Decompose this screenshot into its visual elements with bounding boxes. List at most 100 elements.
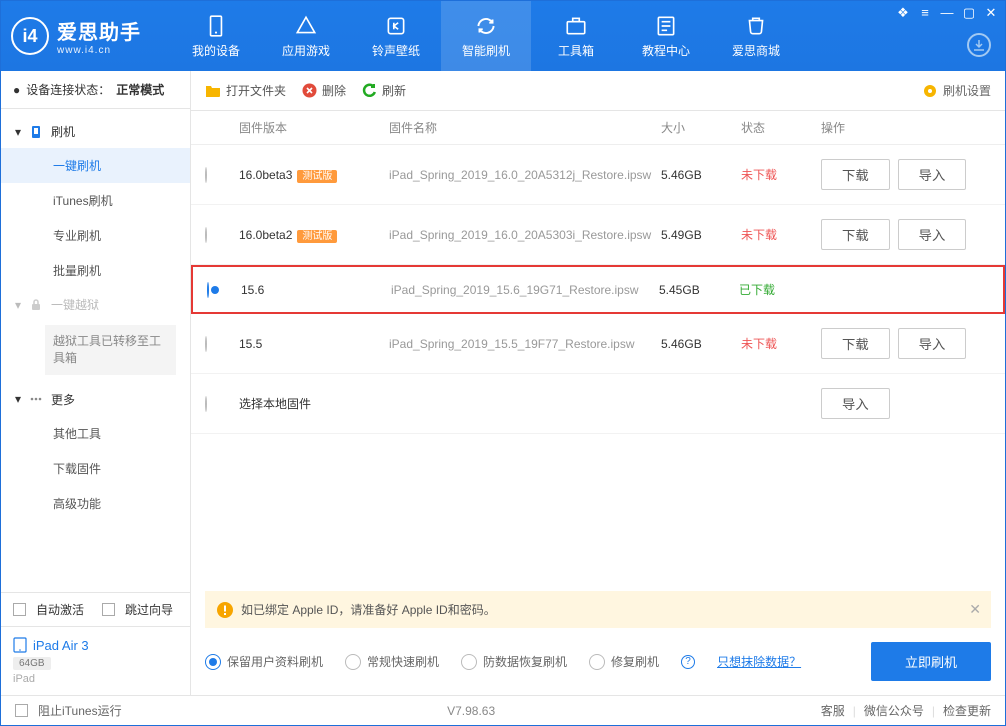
delete-button[interactable]: 删除 (302, 82, 346, 99)
sidebar-item-more-1[interactable]: 下载固件 (1, 451, 190, 486)
conn-value: 正常模式 (116, 81, 164, 98)
fw-ops: 下载导入 (821, 159, 991, 190)
table-row-local[interactable]: 选择本地固件 导入 (191, 374, 1005, 434)
refresh-button[interactable]: 刷新 (362, 82, 406, 99)
flash-opt-radio[interactable] (461, 654, 477, 670)
fw-size: 5.49GB (661, 228, 741, 242)
main: 打开文件夹 删除 刷新 刷机设置 固件版本 固件名称 大小 状态 操作 16.0… (191, 71, 1005, 695)
import-button[interactable]: 导入 (821, 388, 890, 419)
wc-min-icon[interactable]: — (939, 5, 955, 21)
sidebar-device[interactable]: iPad Air 3 64GB iPad (1, 626, 190, 695)
logo[interactable]: i4 爱思助手 www.i4.cn (11, 16, 141, 56)
flash-opt-1[interactable]: 常规快速刷机 (345, 653, 439, 670)
nav-tab-0[interactable]: 我的设备 (171, 1, 261, 71)
footer-link-2[interactable]: 检查更新 (943, 702, 991, 719)
beta-tag: 测试版 (297, 230, 337, 243)
import-button[interactable]: 导入 (898, 159, 967, 190)
nav-tab-3[interactable]: 智能刷机 (441, 1, 531, 71)
footer-link-1[interactable]: 微信公众号 (864, 702, 924, 719)
sidebar-group-more[interactable]: ▾ 更多 (1, 383, 190, 416)
tablet-icon (13, 637, 27, 653)
wc-max-icon[interactable]: ▢ (961, 5, 977, 21)
sidebar-item-flash-0[interactable]: 一键刷机 (1, 148, 190, 183)
local-fw-label: 选择本地固件 (239, 395, 389, 412)
wc-menu-icon[interactable]: ≡ (917, 5, 933, 21)
flash-opt-2[interactable]: 防数据恢复刷机 (461, 653, 567, 670)
logo-icon: i4 (11, 17, 49, 55)
fw-status: 未下载 (741, 226, 821, 243)
fw-status: 未下载 (741, 166, 821, 183)
sidebar-group-jailbreak[interactable]: ▾ 一键越狱 (1, 288, 190, 321)
import-button[interactable]: 导入 (898, 219, 967, 250)
sidebar-item-flash-2[interactable]: 专业刷机 (1, 218, 190, 253)
download-button[interactable]: 下载 (821, 219, 890, 250)
flash-opt-label: 防数据恢复刷机 (483, 653, 567, 670)
flash-now-button[interactable]: 立即刷机 (871, 642, 991, 681)
wc-close-icon[interactable]: ✕ (983, 5, 999, 21)
table-row[interactable]: 16.0beta3测试版iPad_Spring_2019_16.0_20A531… (191, 145, 1005, 205)
table-row[interactable]: 15.5iPad_Spring_2019_15.5_19F77_Restore.… (191, 314, 1005, 374)
nav-tab-2[interactable]: 铃声壁纸 (351, 1, 441, 71)
fw-status: 未下载 (741, 335, 821, 352)
auto-activate-label: 自动激活 (36, 601, 84, 618)
row-radio[interactable] (205, 396, 207, 412)
skip-guide-label: 跳过向导 (125, 601, 173, 618)
nav-tab-4[interactable]: 工具箱 (531, 1, 621, 71)
open-folder-button[interactable]: 打开文件夹 (205, 82, 286, 99)
row-radio[interactable] (205, 167, 207, 183)
erase-link[interactable]: 只想抹除数据？ (717, 653, 801, 670)
table-row[interactable]: 16.0beta2测试版iPad_Spring_2019_16.0_20A530… (191, 205, 1005, 265)
conn-status: ● 设备连接状态： 正常模式 (1, 71, 190, 109)
sidebar-group-flash[interactable]: ▾ 刷机 (1, 115, 190, 148)
beta-tag: 测试版 (297, 170, 337, 183)
sidebar-options: 自动激活 跳过向导 (1, 592, 190, 626)
version: V7.98.63 (447, 704, 495, 718)
fw-name: iPad_Spring_2019_16.0_20A5303i_Restore.i… (389, 228, 661, 242)
import-button[interactable]: 导入 (898, 328, 967, 359)
download-button[interactable]: 下载 (821, 159, 890, 190)
table-row[interactable]: 15.6iPad_Spring_2019_15.6_19G71_Restore.… (191, 265, 1005, 314)
sidebar-item-more-2[interactable]: 高级功能 (1, 486, 190, 521)
flash-opt-radio[interactable] (345, 654, 361, 670)
flash-opt-radio[interactable] (589, 654, 605, 670)
nav-tab-6[interactable]: 爱思商城 (711, 1, 801, 71)
row-radio[interactable] (205, 336, 207, 352)
flash-opt-0[interactable]: 保留用户资料刷机 (205, 653, 323, 670)
help-icon[interactable]: ? (681, 655, 695, 669)
sidebar-item-flash-1[interactable]: iTunes刷机 (1, 183, 190, 218)
flash-opt-3[interactable]: 修复刷机 (589, 653, 659, 670)
flash-bar: 保留用户资料刷机 常规快速刷机 防数据恢复刷机 修复刷机 ? 只想抹除数据？ 立即刷机 (191, 628, 1005, 695)
col-ver: 固件版本 (239, 119, 389, 136)
row-radio[interactable] (207, 282, 209, 298)
refresh-label: 刷新 (382, 82, 406, 99)
row-radio[interactable] (205, 227, 207, 243)
auto-activate-checkbox[interactable] (13, 603, 26, 616)
nav-tab-label: 铃声壁纸 (372, 42, 420, 59)
col-ops: 操作 (821, 119, 991, 136)
device-name: iPad Air 3 (33, 638, 89, 653)
flash-opt-label: 保留用户资料刷机 (227, 653, 323, 670)
download-indicator-icon[interactable] (967, 33, 991, 57)
toolbar: 打开文件夹 删除 刷新 刷机设置 (191, 71, 1005, 111)
open-folder-label: 打开文件夹 (226, 82, 286, 99)
nav-tab-1[interactable]: 应用游戏 (261, 1, 351, 71)
download-button[interactable]: 下载 (821, 328, 890, 359)
col-name: 固件名称 (389, 119, 661, 136)
block-itunes-checkbox[interactable] (15, 704, 28, 717)
sidebar-item-more-0[interactable]: 其他工具 (1, 416, 190, 451)
nav-tab-label: 工具箱 (558, 42, 594, 59)
flash-opt-radio[interactable] (205, 654, 221, 670)
sidebar-item-flash-3[interactable]: 批量刷机 (1, 253, 190, 288)
warning-close-icon[interactable]: ✕ (969, 601, 981, 618)
settings-button[interactable]: 刷机设置 (922, 82, 991, 99)
footer-link-0[interactable]: 客服 (821, 702, 845, 719)
skip-guide-checkbox[interactable] (102, 603, 115, 616)
fw-version: 16.0beta3测试版 (239, 167, 389, 182)
wc-skin-icon[interactable]: ❖ (895, 5, 911, 21)
lock-icon (29, 298, 43, 312)
nav-tab-5[interactable]: 教程中心 (621, 1, 711, 71)
fw-ops: 下载导入 (821, 219, 991, 250)
block-itunes-label: 阻止iTunes运行 (38, 702, 122, 719)
col-size: 大小 (661, 119, 741, 136)
nav-tab-label: 我的设备 (192, 42, 240, 59)
